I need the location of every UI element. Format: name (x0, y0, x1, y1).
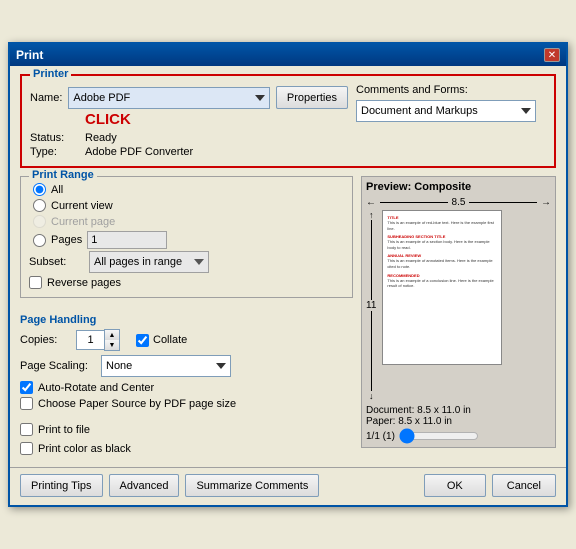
comments-forms-select[interactable]: Document and Markups Document Form Field… (356, 100, 536, 122)
print-to-file-checkbox[interactable] (20, 423, 33, 436)
ruler-arrow-up: ↑ (369, 210, 374, 220)
auto-rotate-label: Auto-Rotate and Center (38, 382, 154, 394)
printer-group: Printer Name: Adobe PDF Properties CLICK (20, 74, 556, 168)
page-info: 1/1 (1) (366, 431, 395, 442)
copies-down-button[interactable]: ▼ (105, 340, 119, 350)
copies-input[interactable] (76, 330, 104, 350)
printer-group-label: Printer (30, 68, 71, 80)
preview-line-4: This is an example of a section body. He… (387, 239, 497, 250)
copies-label: Copies: (20, 334, 70, 346)
print-to-file-label: Print to file (38, 424, 90, 436)
page-scaling-select[interactable]: None (101, 355, 231, 377)
properties-button[interactable]: Properties (276, 86, 348, 109)
page-handling-section: Page Handling Copies: ▲ ▼ Collat (20, 314, 353, 410)
dialog-title: Print (16, 48, 43, 62)
page-preview: TITLE This is an example of red-blue tex… (382, 210, 502, 365)
ruler-arrow-down: ↓ (369, 391, 374, 401)
close-button[interactable]: ✕ (544, 48, 560, 62)
current-page-radio[interactable] (33, 215, 46, 228)
ok-button[interactable]: OK (424, 474, 486, 497)
subset-label: Subset: (29, 256, 84, 268)
status-value: Ready (85, 132, 117, 144)
print-color-label: Print color as black (38, 443, 131, 455)
status-label: Status: (30, 132, 85, 144)
choose-paper-checkbox[interactable] (20, 397, 33, 410)
preview-info: Document: 8.5 x 11.0 in Paper: 8.5 x 11.… (366, 405, 479, 443)
current-page-radio-row[interactable]: Current page (33, 215, 344, 228)
all-label: All (51, 184, 63, 196)
preview-width-label: 8.5 (452, 197, 466, 208)
print-range-label: Print Range (29, 169, 97, 181)
pages-input[interactable] (87, 231, 167, 249)
type-value: Adobe PDF Converter (85, 146, 193, 158)
comments-forms-label: Comments and Forms: (356, 84, 546, 96)
ruler-arrow-left: ← (366, 197, 376, 208)
current-view-radio-row[interactable]: Current view (33, 199, 344, 212)
type-label: Type: (30, 146, 85, 158)
auto-rotate-checkbox[interactable] (20, 381, 33, 394)
advanced-button[interactable]: Advanced (109, 474, 180, 497)
page-handling-title: Page Handling (20, 314, 353, 326)
print-color-checkbox[interactable] (20, 442, 33, 455)
title-bar: Print ✕ (10, 44, 566, 66)
preview-panel: Preview: Composite ← 8.5 → ↑ (361, 176, 556, 455)
print-dialog: Print ✕ Printer Name: Adobe PDF Properti… (8, 42, 568, 507)
page-scaling-label: Page Scaling: (20, 360, 95, 372)
choose-paper-label: Choose Paper Source by PDF page size (38, 398, 236, 410)
copies-up-button[interactable]: ▲ (105, 330, 119, 340)
click-label: CLICK (85, 111, 131, 128)
cancel-button[interactable]: Cancel (492, 474, 556, 497)
current-view-radio[interactable] (33, 199, 46, 212)
pages-label: Pages (51, 234, 82, 246)
all-radio[interactable] (33, 183, 46, 196)
all-radio-row[interactable]: All (33, 183, 344, 196)
print-range-group: Print Range All Current view Current (20, 176, 353, 298)
printer-select[interactable]: Adobe PDF (68, 87, 269, 109)
reverse-pages-label: Reverse pages (47, 277, 121, 289)
preview-line-6: This is an example of annotated items. H… (387, 258, 497, 269)
collate-checkbox[interactable] (136, 334, 149, 347)
bottom-checkboxes: Print to file Print color as black (20, 420, 353, 455)
preview-line-8: This is an example of a conclusion line.… (387, 278, 497, 289)
page-slider[interactable] (399, 429, 479, 443)
subset-select[interactable]: All pages in range (89, 251, 209, 273)
footer: Printing Tips Advanced Summarize Comment… (10, 467, 566, 505)
preview-height-label: 11 (366, 300, 376, 311)
printing-tips-button[interactable]: Printing Tips (20, 474, 103, 497)
document-info: Document: 8.5 x 11.0 in (366, 405, 479, 416)
copies-spinner[interactable]: ▲ ▼ (76, 329, 120, 351)
summarize-comments-button[interactable]: Summarize Comments (185, 474, 319, 497)
preview-line-2: This is an example of red-blue text. Her… (387, 220, 497, 231)
collate-label: Collate (153, 334, 187, 346)
preview-title: Preview: Composite (366, 181, 471, 193)
reverse-pages-checkbox[interactable] (29, 276, 42, 289)
pages-radio[interactable] (33, 234, 46, 247)
preview-box: Preview: Composite ← 8.5 → ↑ (361, 176, 556, 448)
paper-info: Paper: 8.5 x 11.0 in (366, 416, 479, 427)
current-page-label: Current page (51, 216, 115, 228)
name-label: Name: (30, 92, 62, 104)
ruler-arrow-right: → (541, 197, 551, 208)
pages-radio-row[interactable]: Pages (33, 231, 344, 249)
current-view-label: Current view (51, 200, 113, 212)
